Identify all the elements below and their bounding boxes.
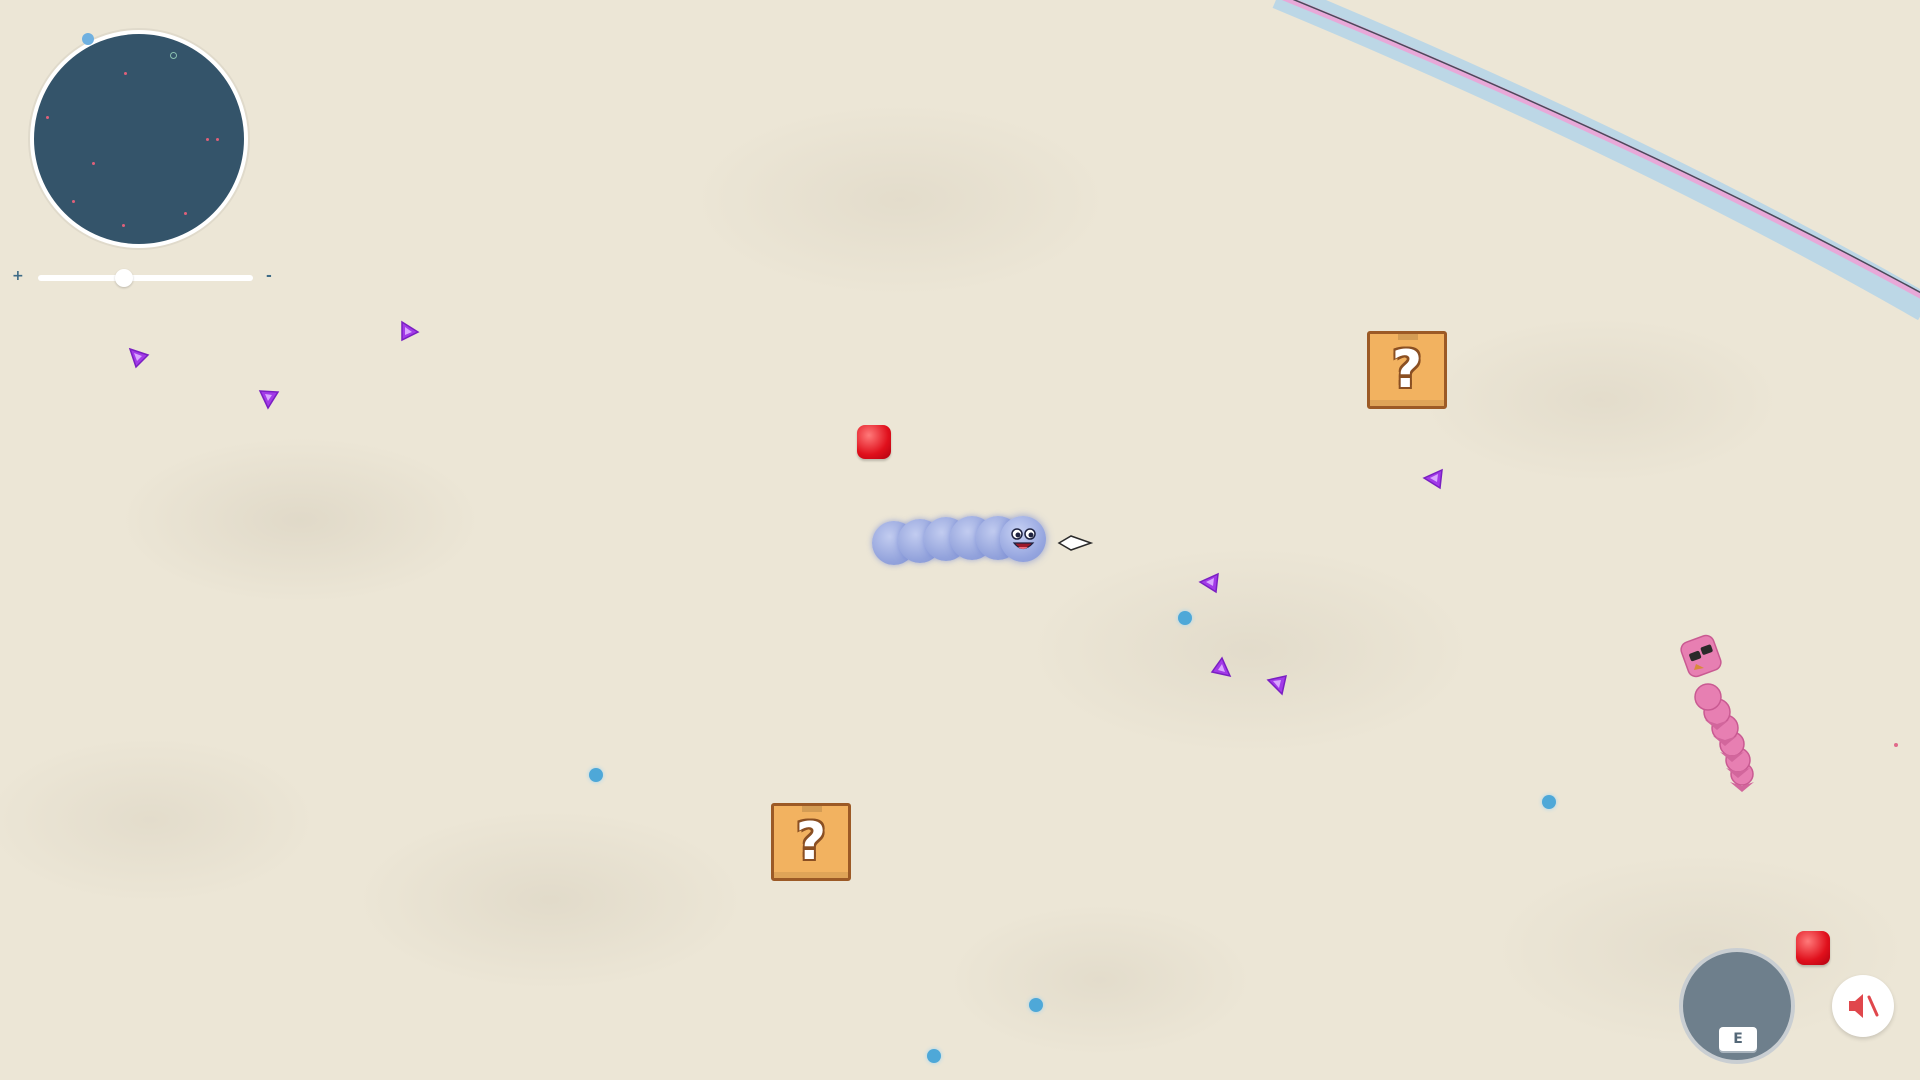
orb-pellet (1178, 611, 1192, 625)
minimap[interactable] (30, 30, 248, 248)
minimap-enemy-dot (206, 138, 209, 141)
snake-face-icon (1011, 528, 1036, 550)
minimap-player-marker (170, 52, 177, 59)
minimap-enemy-dot (46, 116, 49, 119)
minimap-enemy-dot (72, 200, 75, 203)
gem-icon (1266, 675, 1287, 696)
gem-icon (401, 320, 420, 342)
direction-arrow-icon (1057, 535, 1094, 551)
red-candy (857, 425, 891, 459)
zoom-slider[interactable]: + - (8, 268, 278, 288)
minimap-enemy-dot (92, 162, 95, 165)
orb-pellet (589, 768, 603, 782)
snake-head (1000, 516, 1046, 562)
offscreen-pellet (1894, 743, 1898, 747)
ability-button[interactable]: E (1679, 948, 1795, 1064)
minimap-edge-marker (82, 33, 94, 45)
zoom-out-label[interactable]: - (266, 268, 272, 284)
sound-toggle-button[interactable] (1832, 975, 1894, 1037)
red-candy (1796, 931, 1830, 965)
ability-key-label: E (1719, 1027, 1757, 1051)
orb-pellet (927, 1049, 941, 1063)
mystery-box: ? (771, 803, 851, 881)
gem-icon (258, 390, 280, 410)
zoom-track[interactable] (38, 275, 253, 281)
gem-icon (1198, 572, 1219, 594)
minimap-enemy-dot (124, 72, 127, 75)
minimap-enemy-dot (216, 138, 219, 141)
orb-pellet (1542, 795, 1556, 809)
speaker-muted-icon (1849, 994, 1879, 1018)
minimap-enemy-dot (122, 224, 125, 227)
zoom-in-label[interactable]: + (12, 268, 24, 284)
orb-pellet (1029, 998, 1043, 1012)
minimap-enemy-dot (184, 212, 187, 215)
mystery-box: ? (1367, 331, 1447, 409)
enemy-snake (1680, 634, 1754, 792)
gem-icon (1210, 656, 1232, 678)
gem-icon (1422, 468, 1443, 490)
gem-icon (128, 347, 150, 369)
zoom-thumb[interactable] (115, 269, 133, 287)
